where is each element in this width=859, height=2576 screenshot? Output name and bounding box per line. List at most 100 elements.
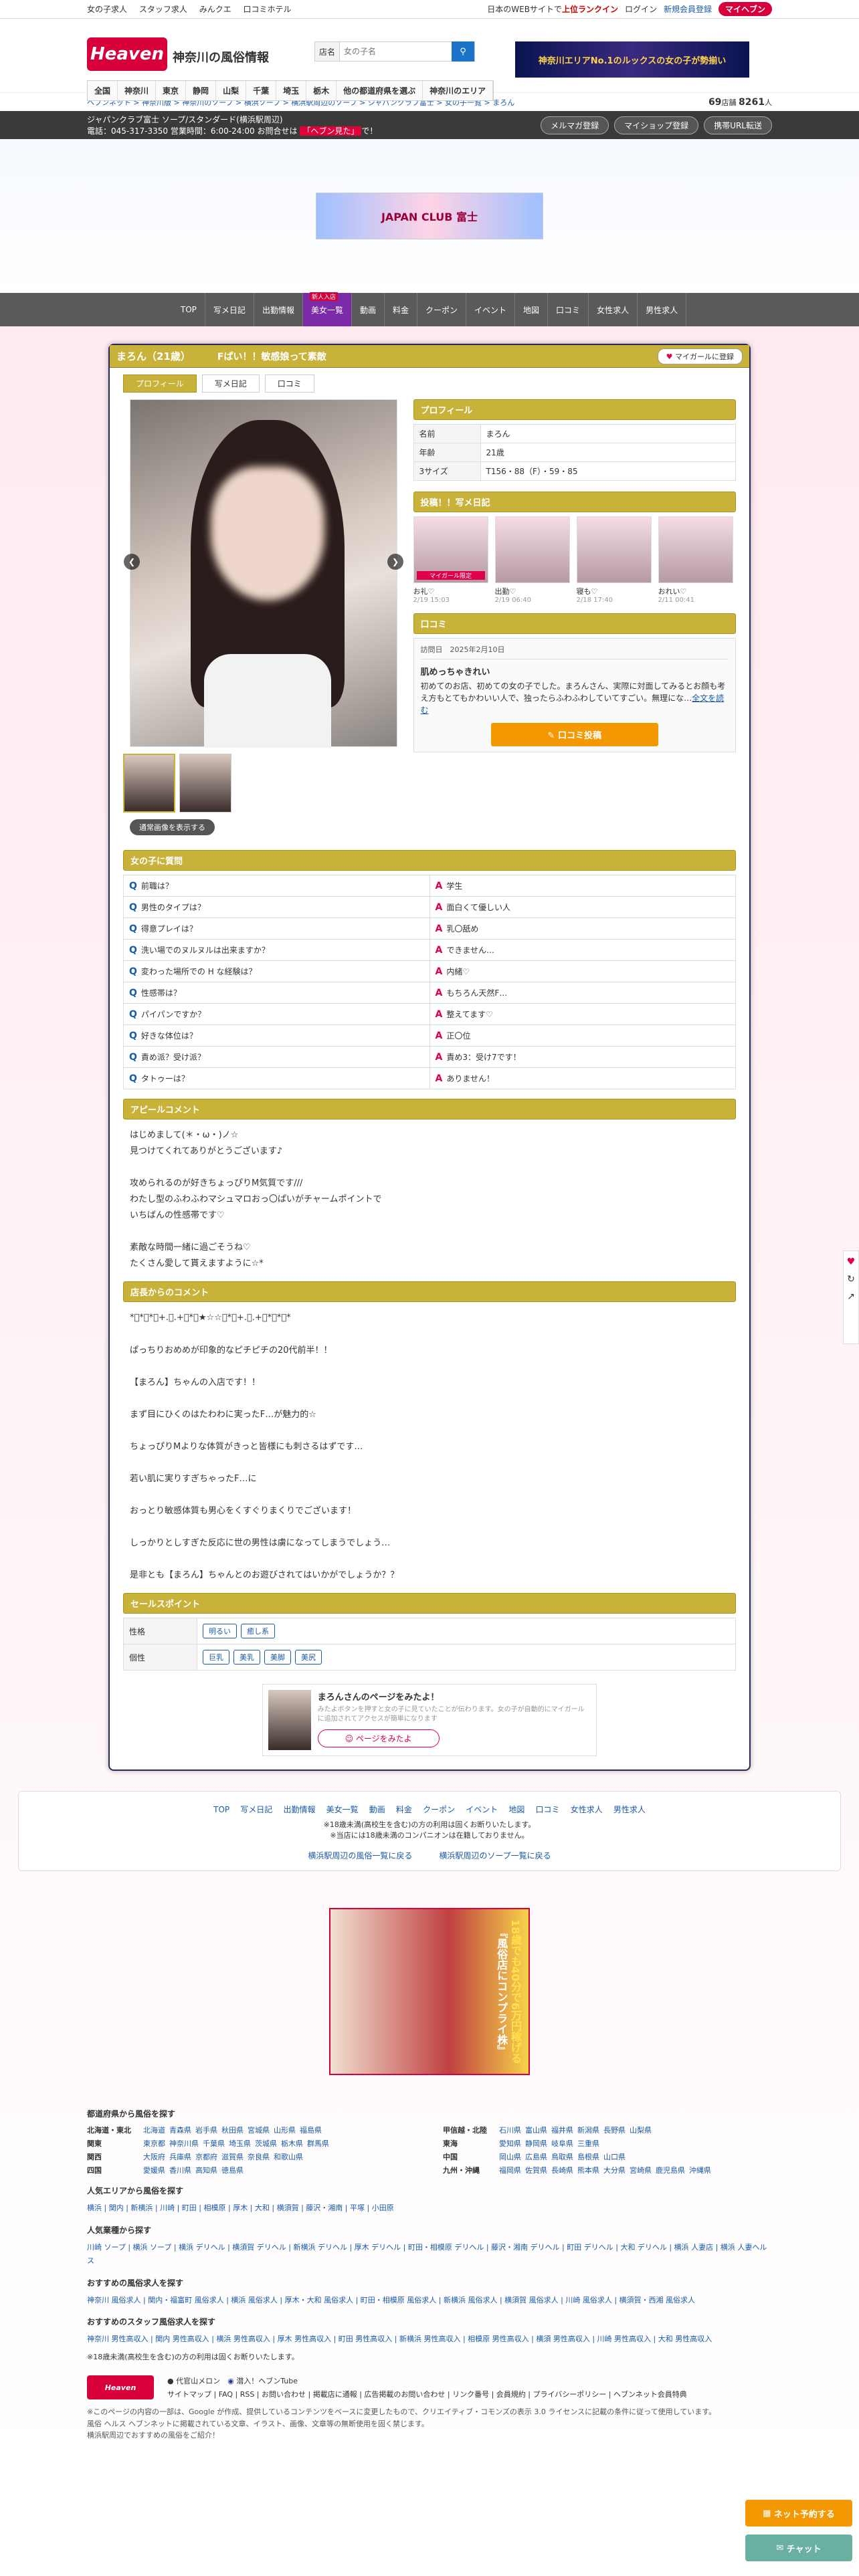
footer-nav-link[interactable]: 地図 (508, 1805, 524, 1814)
top-link-job[interactable]: 女の子求人 (87, 5, 127, 14)
girl-main-photo[interactable]: ❮ ❯ (124, 399, 403, 748)
top-link-staff[interactable]: スタッフ求人 (139, 5, 187, 14)
mobile-url-button[interactable]: 携帯URL転送 (704, 116, 772, 134)
top-link-minque[interactable]: みんクエ (199, 5, 231, 14)
top-link-hotel[interactable]: 口コミホテル (244, 5, 292, 14)
share-icon[interactable]: ↗ (847, 1291, 855, 1302)
tab-profile[interactable]: プロフィール (123, 374, 197, 393)
table-row: Q 変わった場所での H な経験は？ A 内緒♡ (123, 960, 736, 982)
review-body: 初めてのお店、初めての女の子でした。まろんさん、実際に対面してみるとお顔も考え方… (420, 681, 726, 715)
profile-columns: ❮ ❯ 通常画像を表示する プロフィール 名前 まろん 年齢 21歳 3サイズ T15… (123, 399, 737, 835)
show-normal-photo-button[interactable]: 通常画像を表示する (130, 819, 215, 835)
register-link[interactable]: 新規会員登録 (664, 3, 712, 15)
shopnav-girls[interactable]: 美女一覧 (302, 292, 352, 326)
shop-name[interactable]: ジャパンクラブ富士 ソープ/スタンダード(横浜駅周辺) (87, 114, 377, 125)
area-nav-item[interactable]: 全国 (88, 81, 118, 100)
sales-tag[interactable]: 美尻 (295, 1650, 322, 1665)
girl-tabs: プロフィール 写メ日記 口コミ (123, 374, 736, 393)
footer-nav-link[interactable]: 料金 (396, 1805, 412, 1814)
search-input[interactable] (340, 42, 441, 61)
shopnav-event[interactable]: イベント (466, 293, 516, 326)
myheaven-button[interactable]: マイヘブン (718, 2, 772, 16)
site-logo[interactable]: Heaven (87, 37, 167, 71)
photo-thumbnail[interactable] (179, 754, 231, 813)
qa-heading: 女の子に質問 (123, 850, 736, 871)
staff-links[interactable]: 神奈川 男性高収入 | 関内 男性高収入 | 横浜 男性高収入 | 厚木 男性高… (87, 2333, 772, 2346)
footer-items: ● 代官山メロン ◉ 潜入！ヘブンTube サイトマップ | FAQ | RSS… (167, 2375, 687, 2399)
footer-tube-link[interactable]: 潜入！ヘブンTube (236, 2377, 298, 2385)
diary-item[interactable]: おれい♡ 2/11 00:41 (658, 516, 733, 604)
type-links[interactable]: 川崎 ソープ | 横浜 ソープ | 横浜 デリヘル | 横須賀 デリヘル | 新… (87, 2241, 772, 2268)
photo-thumbnail[interactable] (123, 754, 175, 813)
footer-nav-link[interactable]: 口コミ (536, 1805, 560, 1814)
footer-logo[interactable]: Heaven (87, 2375, 154, 2400)
back-to-fuzoku-link[interactable]: 横浜駅周辺の風俗一覧に戻る (308, 1850, 412, 1861)
shopnav-top[interactable]: TOP (173, 293, 205, 326)
shopnav-review[interactable]: 口コミ (548, 293, 589, 326)
footer-nav-link[interactable]: 美女一覧 (326, 1805, 359, 1814)
shopnav-female-job[interactable]: 女性求人 (589, 293, 638, 326)
myshop-button[interactable]: マイショップ登録 (614, 116, 699, 134)
photo-prev-button[interactable]: ❮ (124, 554, 140, 570)
history-icon[interactable]: ↻ (847, 1274, 855, 1285)
shopnav-map[interactable]: 地図 (515, 293, 549, 326)
back-links: 横浜駅周辺の風俗一覧に戻る 横浜駅周辺のソープ一覧に戻る (19, 1850, 840, 1861)
net-reserve-button[interactable]: ▦ ネット予約する (745, 2500, 852, 2527)
footer-melon-link[interactable]: 代官山メロン (176, 2377, 220, 2385)
login-link[interactable]: ログイン (625, 3, 657, 15)
footer-nav-link[interactable]: 女性求人 (571, 1805, 603, 1814)
shopnav-schedule[interactable]: 出勤情報 (254, 293, 303, 326)
recruit-links[interactable]: 神奈川 風俗求人 | 関内・福富町 風俗求人 | 横浜 風俗求人 | 厚木・大和… (87, 2294, 772, 2307)
table-row: Q パイパンですか？ A 整えてます♡ (123, 1003, 736, 1025)
photo-next-button[interactable]: ❯ (387, 554, 403, 570)
sales-tag[interactable]: 美乳 (233, 1650, 260, 1665)
area-nav-item[interactable]: 山梨 (216, 81, 247, 100)
chat-button[interactable]: ✉ チャット (745, 2535, 852, 2561)
shopnav-male-job[interactable]: 男性求人 (638, 293, 687, 326)
mitayo-button[interactable]: ☺ ページをみたよ (317, 1729, 440, 1748)
diary-item[interactable]: お礼♡ 2/19 15:03 (413, 516, 488, 604)
footer-nav-link[interactable]: TOP (213, 1805, 229, 1814)
shopnav-price[interactable]: 料金 (385, 293, 417, 326)
shopnav-movie[interactable]: 動画 (352, 293, 385, 326)
area-nav-item[interactable]: 静岡 (186, 81, 217, 100)
mailmag-button[interactable]: メルマガ登録 (541, 116, 609, 134)
back-to-soap-link[interactable]: 横浜駅周辺のソープ一覧に戻る (439, 1850, 551, 1861)
area-links[interactable]: 横浜 | 関内 | 新横浜 | 川崎 | 町田 | 相模原 | 厚木 | 大和 … (87, 2202, 772, 2215)
site-region-title: 神奈川の風俗情報 (173, 51, 269, 65)
recruit-ad[interactable]: 『風俗店にコンプライ株』 18歳でも40分で6万円稼げる (329, 1908, 530, 2076)
shopnav-diary[interactable]: 写メ日記 (205, 293, 254, 326)
area-nav-item[interactable]: 東京 (156, 81, 187, 100)
shopnav-coupon[interactable]: クーポン (417, 293, 467, 326)
sales-tag[interactable]: 明るい (203, 1624, 237, 1639)
heart-icon[interactable]: ♥ (847, 1257, 856, 1267)
diary-item[interactable]: 出勤♡ 2/19 06:40 (494, 516, 570, 604)
main-area: まろん（21歳） Fぱい！！敏感娘って素敵 ♥ マイガールに登録 プロフィール … (0, 326, 859, 2468)
area-nav-item[interactable]: 神奈川のエリア (423, 81, 494, 100)
post-review-button[interactable]: ✎ 口コミ投稿 (490, 723, 658, 746)
header-banner[interactable]: 神奈川エリアNo.1のルックスの女の子が勢揃い (515, 41, 749, 78)
footer-nav-link[interactable]: 写メ日記 (240, 1805, 272, 1814)
companion-note: ※当店には18歳未満のコンパニオンは在籍しておりません。 (330, 1831, 529, 1840)
footer-nav-link[interactable]: 動画 (369, 1805, 385, 1814)
area-nav-item[interactable]: 他の都道府県を選ぶ (337, 81, 423, 100)
mygirl-register-button[interactable]: ♥ マイガールに登録 (657, 348, 743, 364)
area-nav-item[interactable]: 栃木 (306, 81, 337, 100)
sales-tag[interactable]: 癒し系 (241, 1624, 275, 1639)
footer-nav-link[interactable]: 男性求人 (613, 1805, 646, 1814)
shop-banner[interactable]: JAPAN CLUB 富士 (316, 193, 543, 239)
footer-nav-link[interactable]: イベント (466, 1805, 498, 1814)
tab-diary[interactable]: 写メ日記 (201, 374, 260, 393)
footer-nav-link[interactable]: 出勤情報 (283, 1805, 315, 1814)
area-nav-item[interactable]: 千葉 (246, 81, 277, 100)
area-nav-item[interactable]: 埼玉 (276, 81, 307, 100)
tab-review[interactable]: 口コミ (264, 374, 314, 393)
diary-item[interactable]: 寝も♡ 2/18 17:40 (576, 516, 652, 604)
search-icon: ⚲ (460, 46, 466, 57)
sales-tag[interactable]: 巨乳 (203, 1650, 229, 1665)
footer-links[interactable]: サイトマップ | FAQ | RSS | お問い合わせ | 掲載店に通報 | 広… (167, 2389, 687, 2399)
sales-tag[interactable]: 美脚 (264, 1650, 291, 1665)
footer-nav-link[interactable]: クーポン (423, 1805, 455, 1814)
search-button[interactable]: ⚲ (452, 41, 474, 62)
area-nav-item[interactable]: 神奈川 (118, 81, 157, 100)
